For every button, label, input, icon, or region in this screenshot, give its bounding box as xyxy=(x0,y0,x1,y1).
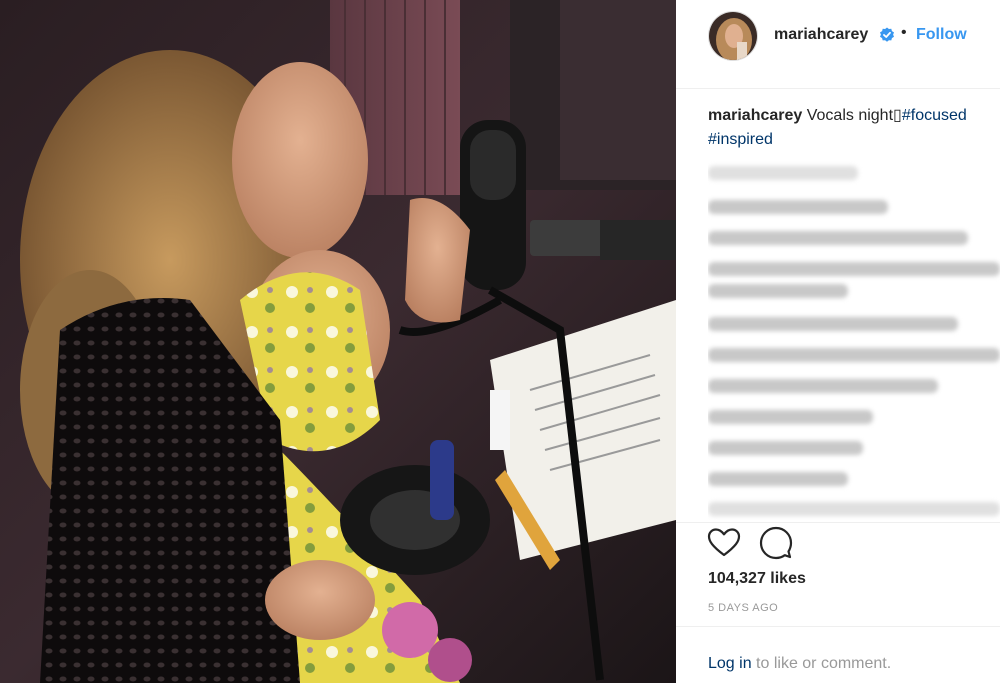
avatar-image xyxy=(709,12,757,60)
comment-row xyxy=(708,200,888,214)
post-photo[interactable] xyxy=(0,0,676,683)
post-caption: mariahcarey Vocals night▯#focused #inspi… xyxy=(708,104,1000,152)
comment-row xyxy=(708,441,863,455)
login-suffix: to like or comment. xyxy=(751,655,892,672)
comment-row xyxy=(708,317,958,331)
avatar[interactable] xyxy=(708,11,758,61)
comment-row xyxy=(708,472,848,486)
blurred-comments-list xyxy=(708,160,1000,520)
comment-row xyxy=(708,262,1000,276)
caption-text: Vocals night xyxy=(802,107,894,124)
post-timestamp[interactable]: 5 DAYS AGO xyxy=(708,602,778,614)
post-header: mariahcarey • Follow xyxy=(676,0,1000,89)
post-actions xyxy=(676,522,1000,573)
speech-bubble-icon[interactable] xyxy=(758,525,794,561)
caption-glyph: ▯ xyxy=(893,107,902,124)
separator-dot: • xyxy=(901,24,907,41)
comment-row xyxy=(708,410,873,424)
heart-icon[interactable] xyxy=(706,525,742,561)
comment-row xyxy=(708,379,938,393)
likes-count[interactable]: 104,327 likes xyxy=(708,570,806,588)
caption-username[interactable]: mariahcarey xyxy=(708,107,802,124)
comment-row xyxy=(708,231,968,245)
studio-photo-image xyxy=(0,0,676,683)
login-link[interactable]: Log in xyxy=(708,655,752,672)
comment-row xyxy=(708,348,1000,362)
verified-badge-icon xyxy=(880,27,894,42)
hashtag-inspired[interactable]: #inspired xyxy=(708,131,773,148)
comment-row xyxy=(708,502,1000,516)
login-prompt: Log in to like or comment. xyxy=(708,655,891,673)
comment-row xyxy=(708,284,848,298)
username-link[interactable]: mariahcarey xyxy=(774,26,868,44)
hashtag-focused[interactable]: #focused xyxy=(902,107,967,124)
load-more-comments[interactable] xyxy=(708,166,858,180)
post-side-panel: mariahcarey • Follow mariahcarey Vocals … xyxy=(676,0,1000,683)
follow-button[interactable]: Follow xyxy=(916,26,967,44)
login-prompt-row: Log in to like or comment. xyxy=(676,626,1000,683)
